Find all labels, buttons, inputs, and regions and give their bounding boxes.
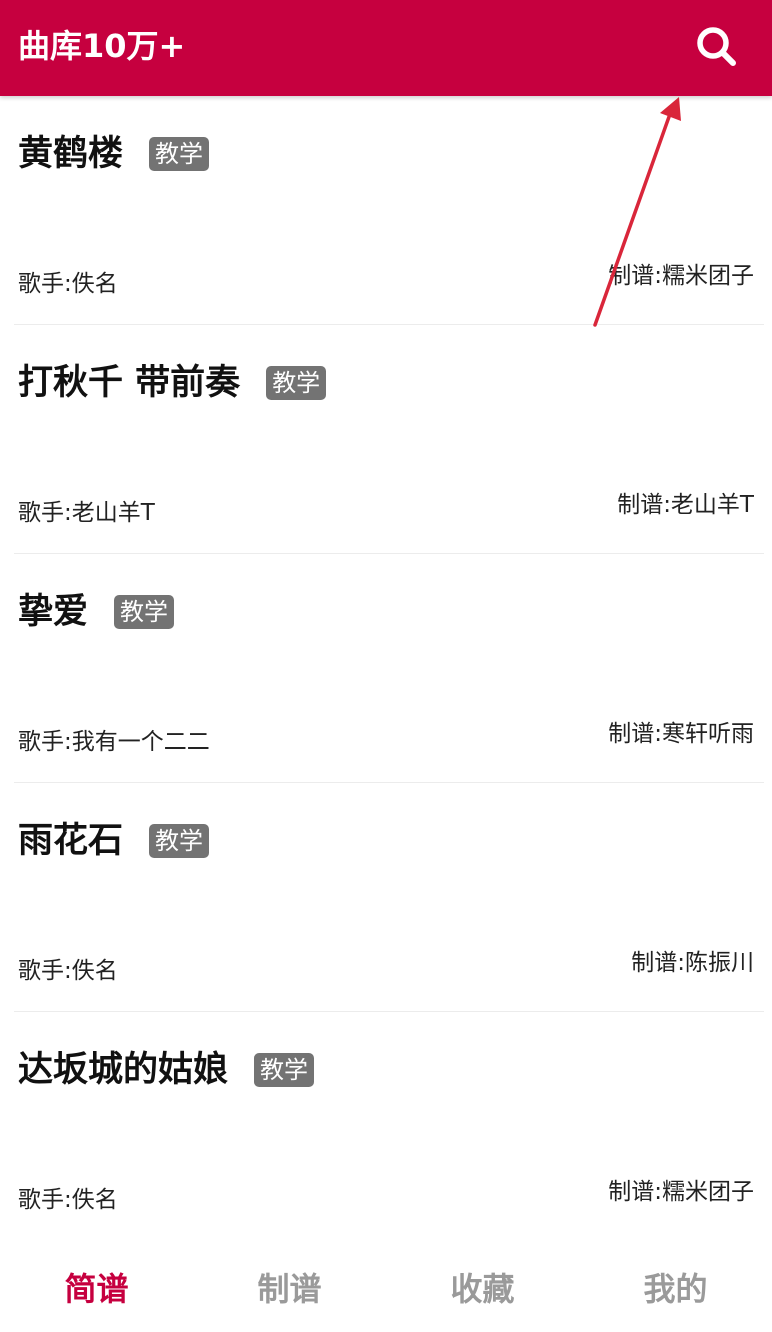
song-item[interactable]: 挚爱 教学 歌手:我有一个二二 制谱:寒轩听雨 xyxy=(0,554,772,783)
song-arranger: 制谱:老山羊T xyxy=(617,492,754,518)
nav-tab-jianpu[interactable]: 简谱 xyxy=(0,1246,193,1332)
teaching-tag: 教学 xyxy=(114,595,175,629)
song-arranger: 制谱:糯米团子 xyxy=(608,263,754,289)
song-arranger: 制谱:糯米团子 xyxy=(608,1179,754,1205)
song-title-row: 黄鹤楼 教学 xyxy=(18,130,210,178)
song-title-row: 达坂城的姑娘 教学 xyxy=(18,1046,315,1094)
nav-tab-favorites[interactable]: 收藏 xyxy=(386,1246,579,1332)
app-header: 曲库10万+ xyxy=(0,0,772,96)
song-item[interactable]: 打秋千 带前奏 教学 歌手:老山羊T 制谱:老山羊T xyxy=(0,325,772,554)
song-title: 黄鹤楼 xyxy=(18,134,124,174)
teaching-tag: 教学 xyxy=(149,137,210,171)
song-item[interactable]: 达坂城的姑娘 教学 歌手:佚名 制谱:糯米团子 xyxy=(0,1012,772,1241)
song-singer: 歌手:佚名 xyxy=(18,958,118,984)
song-singer: 歌手:老山羊T xyxy=(18,500,155,526)
song-title: 挚爱 xyxy=(18,592,89,632)
song-arranger: 制谱:寒轩听雨 xyxy=(608,721,754,747)
search-button[interactable] xyxy=(692,22,742,72)
song-title-row: 打秋千 带前奏 教学 xyxy=(18,359,327,407)
song-title: 达坂城的姑娘 xyxy=(18,1050,229,1090)
search-icon xyxy=(697,27,736,66)
bottom-nav: 简谱 制谱 收藏 我的 xyxy=(0,1246,772,1332)
song-arranger: 制谱:陈振川 xyxy=(631,950,754,976)
teaching-tag: 教学 xyxy=(266,366,327,400)
nav-tab-mine[interactable]: 我的 xyxy=(579,1246,772,1332)
teaching-tag: 教学 xyxy=(254,1053,315,1087)
song-list: 黄鹤楼 教学 歌手:佚名 制谱:糯米团子 打秋千 带前奏 教学 歌手:老山羊T … xyxy=(0,96,772,1246)
nav-tab-zhipu[interactable]: 制谱 xyxy=(193,1246,386,1332)
song-title: 雨花石 xyxy=(18,821,124,861)
song-item[interactable]: 雨花石 教学 歌手:佚名 制谱:陈振川 xyxy=(0,783,772,1012)
song-title: 打秋千 带前奏 xyxy=(18,363,241,403)
teaching-tag: 教学 xyxy=(149,824,210,858)
song-singer: 歌手:我有一个二二 xyxy=(18,729,210,755)
song-item[interactable]: 黄鹤楼 教学 歌手:佚名 制谱:糯米团子 xyxy=(0,96,772,325)
song-singer: 歌手:佚名 xyxy=(18,271,118,297)
page-title: 曲库10万+ xyxy=(18,27,186,65)
song-singer: 歌手:佚名 xyxy=(18,1187,118,1213)
song-title-row: 雨花石 教学 xyxy=(18,817,210,865)
song-title-row: 挚爱 教学 xyxy=(18,588,175,636)
